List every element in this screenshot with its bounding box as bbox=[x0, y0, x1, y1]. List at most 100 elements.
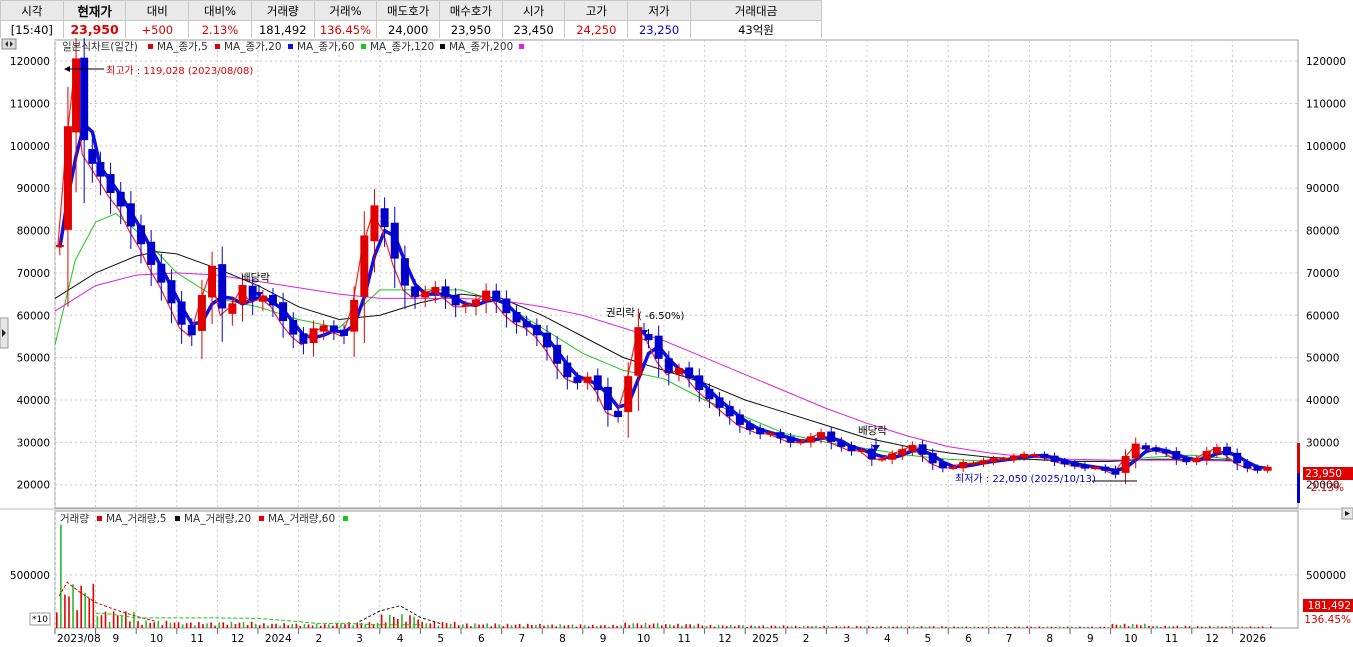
legend-swatch-extra bbox=[519, 44, 524, 49]
candle-body bbox=[1091, 466, 1100, 469]
volume-bar bbox=[92, 583, 95, 628]
volume-bar bbox=[587, 626, 590, 628]
volume-bar bbox=[547, 624, 549, 628]
volume-bar bbox=[315, 623, 318, 628]
volume-bar bbox=[267, 625, 269, 628]
candle-body bbox=[1121, 456, 1130, 473]
volume-bar bbox=[202, 624, 204, 628]
volume-bar bbox=[798, 627, 801, 628]
candle-body bbox=[370, 205, 379, 242]
volume-bar bbox=[1204, 626, 1207, 628]
volume-bar bbox=[238, 622, 241, 628]
volume-bar bbox=[429, 623, 432, 628]
volume-bar bbox=[1221, 626, 1223, 628]
volume-bar bbox=[1164, 625, 1166, 628]
current-volume-pct: 136.45% bbox=[1304, 614, 1351, 626]
volume-bar bbox=[279, 625, 281, 628]
volume-bar bbox=[222, 622, 225, 628]
volume-bar bbox=[689, 624, 691, 628]
price-tick-left: 80000 bbox=[17, 226, 50, 238]
volume-bar bbox=[1119, 625, 1122, 628]
panel-toggle-icon[interactable] bbox=[1, 38, 17, 50]
stock-chart[interactable]: 20000 2000030000 3000040000 4000050000 50000… bbox=[0, 38, 1353, 647]
volume-bar bbox=[323, 624, 326, 628]
volume-bar bbox=[957, 627, 959, 628]
volume-bar bbox=[1192, 627, 1195, 628]
volume-bar bbox=[1062, 627, 1065, 628]
price-tick-left: 90000 bbox=[17, 183, 50, 195]
volume-bar bbox=[453, 621, 456, 628]
volume-bar bbox=[1127, 626, 1130, 628]
candle-body bbox=[888, 453, 897, 460]
volume-bar bbox=[892, 626, 894, 628]
volume-bar bbox=[1087, 627, 1089, 628]
volume-bar bbox=[855, 625, 858, 628]
volume-bar bbox=[291, 623, 294, 628]
volume-bar bbox=[1050, 626, 1053, 628]
month-label: 11 bbox=[678, 633, 691, 645]
vol-legend-swatch-ma5 bbox=[97, 516, 102, 521]
volume-bar bbox=[1006, 626, 1008, 628]
month-label: 8 bbox=[1046, 633, 1053, 645]
candle-body bbox=[340, 329, 349, 336]
quote-header-cell: 저가 bbox=[627, 0, 691, 21]
candle-body bbox=[1050, 455, 1059, 462]
volume-bar bbox=[673, 625, 675, 628]
candle-body bbox=[431, 286, 440, 294]
volume-bar bbox=[872, 626, 874, 628]
volume-bar bbox=[1111, 623, 1114, 628]
vol-legend-swatch-ma60 bbox=[259, 516, 264, 521]
vol-legend-swatch-ma20 bbox=[175, 516, 180, 521]
candle-body bbox=[593, 375, 602, 391]
volume-bar bbox=[1196, 626, 1199, 628]
candle-body bbox=[583, 376, 592, 383]
candle-body bbox=[1263, 466, 1272, 471]
scroll-right-icon[interactable] bbox=[1341, 507, 1353, 520]
legend-ma200: MA_종가,200 bbox=[449, 41, 513, 53]
current-volume-value: 181,492 bbox=[1308, 600, 1351, 612]
volume-bar bbox=[734, 626, 736, 628]
volume-bar bbox=[1172, 626, 1175, 628]
volume-bar bbox=[437, 625, 440, 628]
current-price-value: 23,950 bbox=[1305, 468, 1342, 480]
volume-bar bbox=[1156, 625, 1158, 628]
candle-body bbox=[1223, 446, 1232, 456]
volume-bar bbox=[729, 624, 732, 628]
volume-bar bbox=[60, 524, 62, 628]
candle-body bbox=[167, 280, 176, 304]
candle-body bbox=[187, 324, 196, 336]
volume-bar bbox=[916, 627, 919, 628]
volume-bar bbox=[336, 623, 338, 628]
candle-body bbox=[218, 264, 227, 309]
candle-body bbox=[766, 432, 775, 435]
volume-bar bbox=[486, 623, 488, 628]
volume-bar bbox=[1123, 623, 1126, 628]
left-expand-arrow-icon[interactable] bbox=[0, 317, 9, 349]
candle-body bbox=[96, 161, 105, 177]
candle-body bbox=[654, 335, 663, 359]
volume-bar bbox=[299, 625, 302, 628]
volume-bar bbox=[84, 592, 87, 628]
volume-bar bbox=[843, 626, 846, 628]
quote-header-cell: 대비% bbox=[188, 0, 252, 21]
volume-bar bbox=[969, 627, 972, 628]
volume-bar bbox=[1160, 627, 1162, 628]
vol-legend-ma20: MA_거래량,20 bbox=[184, 513, 251, 525]
volume-bar bbox=[535, 624, 537, 628]
vol-legend-ma60: MA_거래량,60 bbox=[268, 513, 335, 525]
volume-bar bbox=[721, 625, 724, 628]
volume-bar bbox=[1018, 626, 1020, 628]
quote-header-cell: 현재가 bbox=[62, 0, 127, 21]
quote-header-cell: 거래% bbox=[313, 0, 378, 21]
volume-bar bbox=[551, 624, 553, 628]
price-tick-right: 60000 bbox=[1306, 310, 1339, 322]
volume-bar bbox=[888, 626, 890, 628]
volume-bar bbox=[997, 626, 1000, 628]
candle-body bbox=[350, 299, 359, 332]
volume-bar bbox=[742, 625, 744, 628]
price-legend-title: 일본식차트(일간) bbox=[62, 40, 138, 53]
candle-body bbox=[1040, 453, 1049, 458]
volume-bar bbox=[1209, 626, 1211, 628]
dividend-label-2: 배당락 bbox=[858, 425, 887, 437]
volume-bar bbox=[462, 624, 464, 628]
